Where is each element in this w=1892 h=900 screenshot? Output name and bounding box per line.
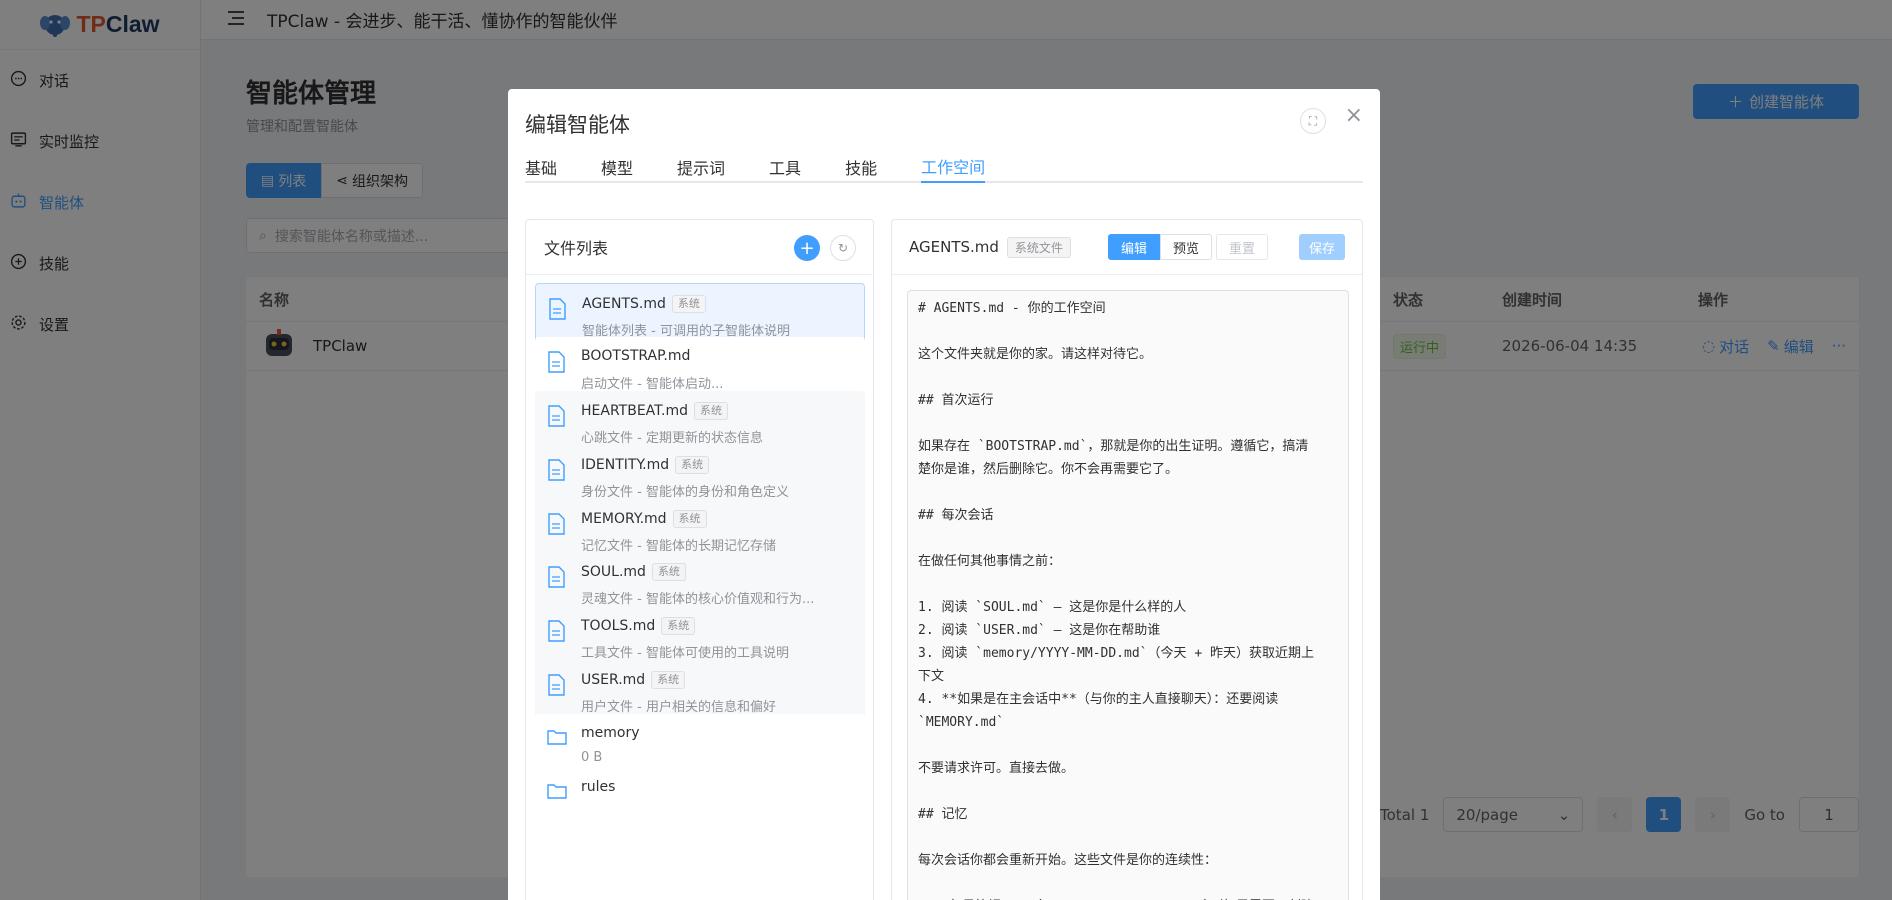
system-tag: 系统 [672, 510, 707, 528]
document-icon [548, 298, 566, 320]
system-tag: 系统 [651, 671, 686, 689]
editor-line: 4. **如果是在主会话中**（与你的主人直接聊天）：还要阅读 [918, 692, 1279, 707]
file-item[interactable]: SOUL.md 系统灵魂文件 - 智能体的核心价值观和行为... [535, 552, 865, 614]
editor-line: 1. 阅读 `SOUL.md` — 这是你是什么样的人 [918, 600, 1187, 615]
editor-line: 不要请求许可。直接去做。 [918, 761, 1075, 776]
editor-line: 3. 阅读 `memory/YYYY-MM-DD.md`（今天 + 昨天）获取近… [918, 646, 1314, 661]
system-file-badge: 系统文件 [1006, 236, 1071, 258]
markdown-editor[interactable]: # AGENTS.md - 你的工作空间这个文件夹就是你的家。请这样对待它。 ##… [907, 290, 1349, 900]
editor-panel: AGENTS.md 系统文件 编辑 预览 重置 保存 # AGENTS.md -… [891, 219, 1363, 900]
tab-tools[interactable]: 工具 [769, 151, 801, 183]
editor-line: 每次会话你都会重新开始。这些文件是你的连续性： [918, 853, 1218, 868]
editor-line: 如果存在 `BOOTSTRAP.md`，那就是你的出生证明。遵循它，搞清 [918, 439, 1309, 454]
file-name: rules [581, 779, 616, 795]
editor-line: # AGENTS.md - 你的工作空间 [918, 301, 1106, 316]
editor-line: ## 记忆 [918, 807, 968, 822]
fullscreen-icon[interactable]: ⛶ [1300, 108, 1326, 134]
add-file-button[interactable]: + [794, 235, 820, 261]
folder-item[interactable]: rules [535, 768, 865, 830]
document-icon [547, 459, 565, 481]
edit-mode-button[interactable]: 编辑 [1108, 234, 1161, 260]
dialog-title: 编辑智能体 [525, 113, 630, 137]
editor-line: 楚你是谁，然后删除它。你不会再需要它了。 [918, 462, 1179, 477]
editor-file-name: AGENTS.md [909, 238, 999, 256]
editor-line: 下文 [918, 669, 945, 684]
file-list-header: 文件列表 + ↻ [526, 220, 873, 275]
file-name: SOUL.md 系统 [581, 563, 686, 581]
file-item[interactable]: IDENTITY.md 系统身份文件 - 智能体的身份和角色定义 [535, 445, 865, 507]
file-item[interactable]: USER.md 系统用户文件 - 用户相关的信息和偏好 [535, 660, 865, 722]
file-name: memory [581, 725, 640, 741]
document-icon [547, 566, 565, 588]
file-description: 灵魂文件 - 智能体的核心价值观和行为... [581, 592, 815, 607]
save-button[interactable]: 保存 [1298, 234, 1345, 260]
reset-button[interactable]: 重置 [1216, 234, 1269, 260]
editor-line: - **每日笔记：** `memory/YYYY-MM-DD.md`（如果需要，… [918, 895, 1338, 900]
editor-header: AGENTS.md 系统文件 编辑 预览 重置 保存 [892, 220, 1362, 275]
refresh-icon[interactable]: ↻ [830, 235, 856, 261]
system-tag: 系统 [661, 617, 696, 635]
document-icon [547, 620, 565, 642]
file-list-title: 文件列表 [544, 239, 609, 258]
tab-workspace[interactable]: 工作空间 [921, 151, 986, 183]
system-tag: 系统 [694, 402, 729, 420]
file-description: 工具文件 - 智能体可使用的工具说明 [581, 646, 789, 661]
file-description: 0 B [581, 750, 603, 765]
dialog-tabs: 基础 模型 提示词 工具 技能 工作空间 [525, 151, 1363, 183]
file-item[interactable]: TOOLS.md 系统工具文件 - 智能体可使用的工具说明 [535, 606, 865, 668]
file-name: HEARTBEAT.md 系统 [581, 402, 729, 420]
preview-mode-button[interactable]: 预览 [1160, 234, 1213, 260]
mode-toggle: 编辑 预览 [1108, 234, 1213, 260]
file-name: TOOLS.md 系统 [581, 617, 696, 635]
file-description: 启动文件 - 智能体启动... [581, 377, 724, 392]
document-icon [547, 513, 565, 535]
file-name: MEMORY.md 系统 [581, 510, 707, 528]
document-icon [547, 674, 565, 696]
editor-line: 在做任何其他事情之前： [918, 554, 1062, 569]
editor-line: 这个文件夹就是你的家。请这样对待它。 [918, 347, 1153, 362]
file-description: 身份文件 - 智能体的身份和角色定义 [581, 485, 789, 500]
tab-basic[interactable]: 基础 [525, 151, 557, 183]
tab-skills[interactable]: 技能 [845, 151, 877, 183]
system-tag: 系统 [671, 295, 706, 313]
close-icon[interactable]: × [1345, 103, 1363, 128]
editor-line: ## 每次会话 [918, 508, 994, 523]
folder-icon [547, 728, 567, 750]
system-tag: 系统 [651, 563, 686, 581]
file-name: USER.md 系统 [581, 671, 686, 689]
folder-icon [547, 782, 567, 804]
document-icon [547, 351, 565, 373]
file-item[interactable]: HEARTBEAT.md 系统心跳文件 - 定期更新的状态信息 [535, 391, 865, 453]
file-item[interactable]: AGENTS.md 系统 智能体列表 - 可调用的子智能体说明 [535, 283, 865, 345]
file-name: AGENTS.md 系统 [582, 295, 706, 313]
file-name: BOOTSTRAP.md [581, 348, 691, 364]
tab-prompt[interactable]: 提示词 [677, 151, 725, 183]
file-description: 心跳文件 - 定期更新的状态信息 [581, 431, 763, 446]
file-description: 用户文件 - 用户相关的信息和偏好 [581, 700, 776, 715]
document-icon [547, 405, 565, 427]
file-item[interactable]: BOOTSTRAP.md 启动文件 - 智能体启动... [535, 337, 865, 399]
editor-line: 2. 阅读 `USER.md` — 这是你在帮助谁 [918, 623, 1161, 638]
editor-line: `MEMORY.md` [918, 715, 1005, 730]
editor-line: ## 首次运行 [918, 393, 994, 408]
edit-agent-dialog: 编辑智能体 ⛶ × 基础 模型 提示词 工具 技能 工作空间 文件列表 + ↻ … [508, 89, 1380, 900]
system-tag: 系统 [675, 456, 710, 474]
tab-model[interactable]: 模型 [601, 151, 633, 183]
file-list-panel: 文件列表 + ↻ AGENTS.md 系统 智能体列表 - 可调用的子智能体说明 BO… [525, 219, 874, 900]
file-name: IDENTITY.md 系统 [581, 456, 710, 474]
folder-item[interactable]: memory 0 B [535, 714, 865, 776]
